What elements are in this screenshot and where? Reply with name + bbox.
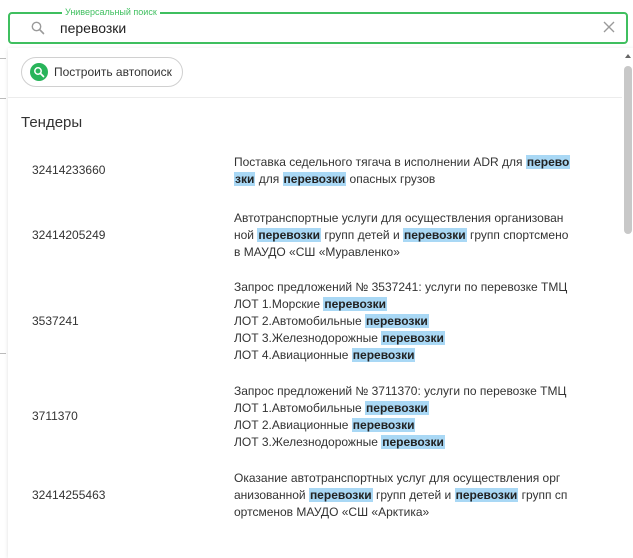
scrollbar-thumb[interactable] bbox=[624, 66, 632, 234]
description-text: Автотранспортные услуги для осуществлени… bbox=[234, 211, 564, 225]
search-term-highlight: перевозки bbox=[365, 401, 429, 415]
search-results-dropdown: Построить автопоиск Тендеры 32414233660 П… bbox=[8, 48, 633, 558]
tender-description-line: ЛОТ 3.Железнодорожные перевозки bbox=[234, 434, 609, 451]
tender-description-line: ЛОТ 1.Автомобильные перевозки bbox=[234, 400, 609, 417]
description-text: групп детей и bbox=[372, 488, 455, 502]
tender-number: 3537241 bbox=[32, 313, 79, 328]
search-icon bbox=[30, 63, 48, 81]
search-term-highlight: перевозки bbox=[257, 228, 322, 242]
scroll-up-arrow-icon[interactable] bbox=[625, 54, 631, 58]
description-text: ЛОТ 3.Железнодорожные bbox=[234, 435, 382, 449]
tender-result-row[interactable]: 32414255463 Оказание автотранспортных усл… bbox=[8, 470, 618, 521]
tender-description-line: ЛОТ 3.Железнодорожные перевозки bbox=[234, 330, 609, 347]
tender-description-line: ортсменов МАУДО «СШ «Арктика» bbox=[234, 504, 609, 521]
scrollbar[interactable] bbox=[622, 48, 633, 548]
description-text: Оказание автотранспортных услуг для осущ… bbox=[234, 471, 561, 485]
background-divider bbox=[0, 58, 6, 59]
description-text: ЛОТ 1.Автомобильные bbox=[234, 401, 366, 415]
search-term-highlight: перевозки bbox=[381, 435, 445, 449]
section-title-tenders: Тендеры bbox=[21, 114, 83, 131]
tender-result-row[interactable]: 3711370 Запрос предложений № 3711370: усл… bbox=[8, 383, 618, 451]
description-text: ортсменов МАУДО «СШ «Арктика» bbox=[234, 505, 430, 519]
description-text: Запрос предложений № 3711370: услуги по … bbox=[234, 384, 567, 398]
search-icon bbox=[30, 20, 46, 36]
description-text: анизованной bbox=[234, 488, 309, 502]
search-term-highlight: перевозки bbox=[351, 418, 416, 432]
search-term-highlight: перевозки bbox=[454, 488, 519, 502]
search-term-highlight: перевозки bbox=[308, 488, 373, 502]
description-text: ЛОТ 3.Железнодорожные bbox=[234, 331, 382, 345]
search-term-highlight: перево bbox=[525, 155, 571, 169]
tender-description-line: Запрос предложений № 3537241: услуги по … bbox=[234, 279, 609, 296]
description-text: ной bbox=[234, 228, 258, 242]
description-text: ЛОТ 4.Авиационные bbox=[234, 348, 352, 362]
tender-description-line: Оказание автотранспортных услуг для осущ… bbox=[234, 470, 609, 487]
description-text: Запрос предложений № 3537241: услуги по … bbox=[234, 280, 568, 294]
description-text: групп детей и bbox=[321, 228, 403, 242]
tender-description: Запрос предложений № 3537241: услуги по … bbox=[234, 279, 609, 364]
tender-description-line: ЛОТ 1.Морские перевозки bbox=[234, 296, 609, 313]
build-autosearch-label: Построить автопоиск bbox=[54, 65, 172, 79]
tender-number: 32414233660 bbox=[32, 163, 106, 177]
search-term-highlight: перевозки bbox=[381, 331, 445, 345]
tender-description-line: зки для перевозки опасных грузов bbox=[234, 171, 609, 188]
tender-description-line: Автотранспортные услуги для осуществлени… bbox=[234, 210, 609, 227]
search-input[interactable] bbox=[60, 18, 580, 38]
tender-description-line: анизованной перевозки групп детей и пере… bbox=[234, 487, 609, 504]
description-text: в МАУДО «СШ «Муравленко» bbox=[234, 245, 400, 259]
search-field-legend: Универсальный поиск bbox=[62, 6, 160, 18]
search-term-highlight: перевозки bbox=[402, 228, 467, 242]
tender-number: 32414205249 bbox=[32, 227, 106, 242]
tender-description-line: в МАУДО «СШ «Муравленко» bbox=[234, 244, 609, 261]
description-text: ЛОТ 1.Морские bbox=[234, 297, 324, 311]
tender-description-line: Запрос предложений № 3711370: услуги по … bbox=[234, 383, 609, 400]
background-divider bbox=[0, 353, 6, 354]
tender-result-row[interactable]: 32414205249 Автотранспортные услуги для о… bbox=[8, 210, 618, 261]
tender-description: Поставка седельного тягача в исполнении … bbox=[234, 154, 609, 188]
close-icon[interactable] bbox=[600, 18, 618, 36]
description-text: для bbox=[255, 172, 283, 186]
description-text: Поставка седельного тягача в исполнении … bbox=[234, 155, 526, 169]
divider bbox=[8, 97, 622, 98]
tender-description-line: ЛОТ 4.Авиационные перевозки bbox=[234, 347, 609, 364]
description-text: опасных грузов bbox=[346, 172, 436, 186]
tender-result-row[interactable]: 3537241 Запрос предложений № 3537241: усл… bbox=[8, 279, 618, 364]
search-term-highlight: перевозки bbox=[282, 172, 347, 186]
tender-number: 3711370 bbox=[32, 409, 78, 423]
tender-description: Автотранспортные услуги для осуществлени… bbox=[234, 210, 609, 261]
universal-search-field[interactable]: Универсальный поиск bbox=[8, 6, 628, 44]
tender-description-line: Поставка седельного тягача в исполнении … bbox=[234, 154, 609, 171]
tender-description: Оказание автотранспортных услуг для осущ… bbox=[234, 470, 609, 521]
search-term-highlight: перевозки bbox=[351, 348, 416, 362]
search-term-highlight: перевозки bbox=[365, 314, 429, 328]
search-term-highlight: перевозки bbox=[323, 297, 387, 311]
description-text: ЛОТ 2.Авиационные bbox=[234, 418, 352, 432]
tender-description-line: ЛОТ 2.Автомобильные перевозки bbox=[234, 313, 609, 330]
background-divider bbox=[0, 98, 6, 99]
tender-description-line: ЛОТ 2.Авиационные перевозки bbox=[234, 417, 609, 434]
description-text: групп сп bbox=[518, 488, 568, 502]
description-text: ЛОТ 2.Автомобильные bbox=[234, 314, 366, 328]
build-autosearch-button[interactable]: Построить автопоиск bbox=[21, 57, 183, 87]
tender-result-row[interactable]: 32414233660 Поставка седельного тягача в … bbox=[8, 154, 618, 188]
description-text: групп спортсмено bbox=[466, 228, 569, 242]
search-term-highlight: зки bbox=[234, 172, 256, 186]
tender-description: Запрос предложений № 3711370: услуги по … bbox=[234, 383, 609, 451]
tender-description-line: ной перевозки групп детей и перевозки гр… bbox=[234, 227, 609, 244]
tender-number: 32414255463 bbox=[32, 487, 106, 502]
